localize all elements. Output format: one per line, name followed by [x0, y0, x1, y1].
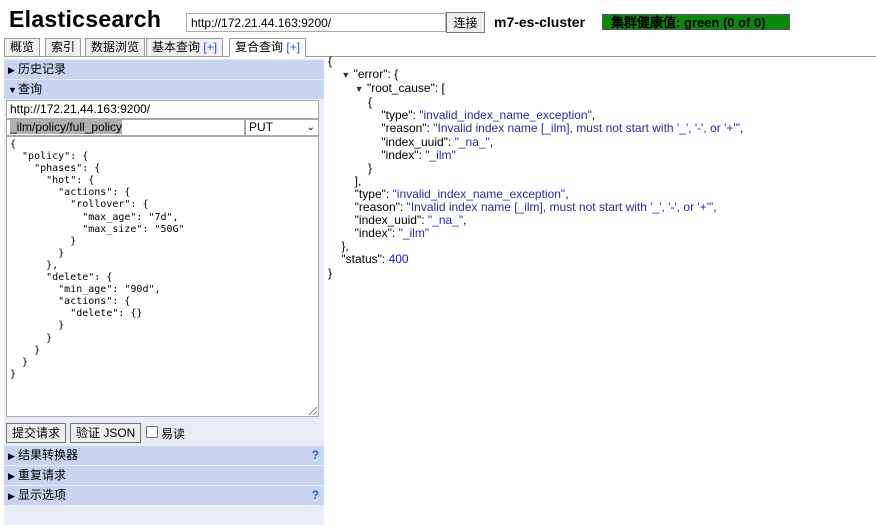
triangle-right-icon: ▶ [8, 491, 15, 501]
query-url-input[interactable]: http://172.21.44.163:9200/ [6, 100, 319, 119]
query-path-input[interactable]: _ilm/policy/full_policy [6, 119, 245, 136]
json-key: "reason" [381, 121, 427, 136]
json-string: "Invalid index name [_ilm], must not sta… [406, 200, 714, 215]
tab-label: 概览 [10, 40, 35, 54]
query-panel: ▶ 历史记录 ▼查询 http://172.21.44.163:9200/ _il… [4, 59, 324, 525]
tab-label: 复合查询 [235, 40, 284, 54]
json-key: "root_cause" [366, 81, 435, 96]
history-section-header[interactable]: ▶ 历史记录 [4, 60, 324, 79]
json-key: "reason" [354, 200, 400, 215]
connect-button[interactable]: 连接 [446, 12, 485, 33]
query-path-text: _ilm/policy/full_policy [10, 120, 123, 134]
json-key: "status" [341, 252, 382, 267]
query-body-text: { "policy": { "phases": { "hot": { "acti… [10, 139, 185, 380]
query-body-editor[interactable]: { "policy": { "phases": { "hot": { "acti… [6, 136, 319, 417]
validate-json-button[interactable]: 验证 JSON [70, 423, 142, 443]
triangle-down-icon: ▼ [8, 85, 17, 95]
tab-indices[interactable]: 索引 [45, 38, 82, 57]
repeat-request-section-header[interactable]: ▶ 重复请求 [4, 466, 324, 485]
json-string: "_na_" [454, 134, 490, 149]
json-string: "Invalid index name [_ilm], must not sta… [433, 121, 740, 136]
json-key: "index" [354, 226, 392, 241]
help-icon[interactable]: ? [312, 486, 319, 505]
json-key: "index" [381, 147, 419, 162]
tab-basic-query[interactable]: 基本查询 [+] [146, 38, 224, 57]
json-string: "_ilm" [398, 226, 430, 241]
tab-label: 基本查询 [152, 40, 201, 54]
tab-label: 索引 [51, 40, 76, 54]
json-key: "index_uuid" [381, 134, 448, 149]
tab-overview[interactable]: 概览 [4, 38, 41, 57]
repeat-request-label: 重复请求 [18, 468, 67, 482]
query-label: 查询 [18, 82, 43, 96]
cluster-url-input[interactable] [186, 13, 446, 32]
json-string: "_na_" [427, 213, 464, 228]
tab-compound-query[interactable]: 复合查询 [+] [229, 38, 307, 57]
easy-read-checkbox[interactable] [146, 426, 158, 438]
triangle-right-icon: ▶ [8, 451, 15, 461]
display-options-label: 显示选项 [18, 488, 67, 502]
display-options-section-header[interactable]: ▶ 显示选项 ? [4, 486, 324, 505]
tab-plus: [+] [203, 40, 218, 54]
resize-grip-icon[interactable] [309, 407, 317, 415]
history-label: 历史记录 [18, 62, 67, 76]
header: Elasticsearch 连接 m7-es-cluster 集群健康值: gr… [0, 0, 876, 38]
chevron-down-icon: ⌄ [306, 122, 315, 133]
triangle-right-icon: ▶ [8, 471, 15, 481]
triangle-right-icon: ▶ [8, 65, 15, 75]
cluster-name: m7-es-cluster [494, 14, 586, 30]
http-method-select[interactable]: PUT ⌄ [245, 119, 319, 136]
easy-read-label: 易读 [161, 427, 186, 441]
tab-label: 数据浏览 [91, 40, 140, 54]
submit-request-button[interactable]: 提交请求 [6, 423, 67, 443]
tab-plus: [+] [286, 40, 301, 54]
result-transformer-section-header[interactable]: ▶ 结果转换器 ? [4, 446, 324, 465]
collapse-triangle-icon[interactable]: ▼ [341, 70, 350, 80]
http-method-value: PUT [249, 120, 273, 134]
json-key: "index_uuid" [354, 213, 422, 228]
result-transformer-label: 结果转换器 [18, 448, 79, 462]
json-brace: } [328, 265, 333, 280]
json-brace: { [328, 54, 333, 68]
json-result-view: { ▼ "error": { ▼ "root_cause": [ { "type… [328, 54, 744, 280]
app-title: Elasticsearch [9, 6, 162, 32]
json-string: "invalid_index_name_exception" [392, 186, 566, 201]
json-number: 400 [388, 252, 409, 267]
json-string: "_ilm" [425, 147, 456, 162]
cluster-health-badge: 集群健康值: green (0 of 0) [602, 14, 790, 30]
tab-data-browser[interactable]: 数据浏览 [85, 38, 146, 57]
query-section-header[interactable]: ▼查询 [4, 80, 324, 99]
json-key: "type" [381, 108, 413, 123]
json-key: "error" [353, 67, 388, 82]
collapse-triangle-icon[interactable]: ▼ [355, 84, 364, 94]
json-key: "type" [354, 186, 386, 201]
help-icon[interactable]: ? [312, 446, 319, 465]
json-string: "invalid_index_name_exception" [419, 108, 592, 123]
